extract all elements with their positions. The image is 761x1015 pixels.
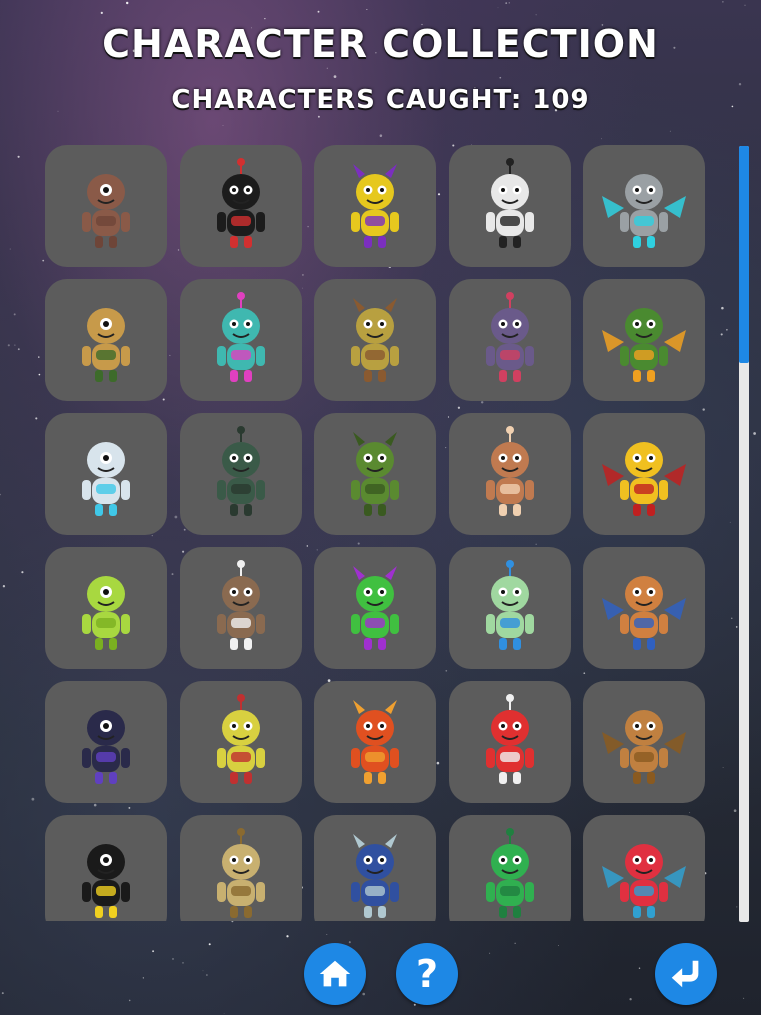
antenna-kid-icon	[602, 576, 686, 650]
rat-icon	[216, 560, 265, 650]
golem-icon	[602, 174, 686, 248]
alien-cap-icon	[216, 292, 265, 382]
character-tile-white-rat[interactable]	[179, 547, 302, 669]
red-helmet-icon	[602, 844, 686, 918]
help-button[interactable]: ?	[396, 943, 458, 1005]
ice-golem-icon	[82, 442, 130, 516]
turtle-icon	[216, 828, 265, 918]
character-tile-turtle-kid[interactable]	[179, 815, 302, 921]
character-tile-antenna-mushroom-kid[interactable]	[45, 279, 167, 401]
rabbit-icon	[485, 426, 534, 516]
character-tile-astronaut-alien[interactable]	[314, 815, 436, 921]
character-tile-one-eyed-alien[interactable]	[45, 547, 167, 669]
character-tile-clown-spiky-creature[interactable]	[314, 145, 436, 267]
character-tile-black-horned-monster[interactable]	[179, 145, 302, 267]
fire-blob-icon	[351, 700, 399, 784]
page-title: CHARACTER COLLECTION	[102, 22, 659, 66]
character-tile-green-antenna-bug[interactable]	[314, 547, 436, 669]
flame-ghost-icon	[485, 292, 534, 382]
bat-icon	[216, 426, 265, 516]
small-alien-icon	[485, 560, 534, 650]
character-tile-brown-lizard[interactable]	[583, 681, 705, 803]
clown-creature-icon	[351, 164, 399, 248]
characters-caught-counter: CHARACTERS CAUGHT: 109	[171, 85, 590, 115]
character-tile-orange-antenna-kid[interactable]	[583, 547, 705, 669]
character-tile-small-green-alien[interactable]	[448, 547, 571, 669]
lizard-icon	[602, 710, 686, 784]
character-tile-black-yellow-bee[interactable]	[45, 815, 167, 921]
red-mouth-monster-icon	[602, 442, 686, 516]
character-tile-stone-golem[interactable]	[583, 145, 705, 267]
character-tile-red-mouth-monster[interactable]	[583, 413, 705, 535]
gargoyle-icon	[82, 174, 130, 248]
character-tile-green-dragon[interactable]	[448, 815, 571, 921]
furry-monster-icon	[351, 298, 399, 382]
character-tile-yellow-furry-monster[interactable]	[314, 279, 436, 401]
back-arrow-icon	[671, 960, 699, 988]
character-tile-green-bat[interactable]	[179, 413, 302, 535]
clown-robot-icon	[485, 694, 534, 784]
character-grid-viewport[interactable]	[45, 145, 720, 921]
home-button[interactable]	[304, 943, 366, 1005]
character-tile-purple-flame-ghost[interactable]	[448, 279, 571, 401]
dragon-icon	[485, 828, 534, 918]
character-tile-red-helmet-alien[interactable]	[583, 815, 705, 921]
bug-alien-icon	[351, 566, 399, 650]
toothy-monster-icon	[216, 694, 265, 784]
mushroom-kid-icon	[82, 308, 130, 382]
character-tile-skeleton-pirate[interactable]	[448, 145, 571, 267]
help-icon: ?	[415, 952, 439, 996]
character-tile-white-ice-golem[interactable]	[45, 413, 167, 535]
character-tile-red-clown-robot[interactable]	[448, 681, 571, 803]
bee-icon	[82, 844, 130, 918]
skeleton-icon	[485, 158, 534, 248]
character-tile-green-helmet-robot[interactable]	[583, 279, 705, 401]
character-tile-fire-blob[interactable]	[314, 681, 436, 803]
character-tile-green-goblin[interactable]	[314, 413, 436, 535]
home-icon	[319, 960, 351, 987]
character-tile-pink-cap-alien[interactable]	[179, 279, 302, 401]
goblin-icon	[351, 432, 399, 516]
character-tile-yellow-toothy-monster[interactable]	[179, 681, 302, 803]
back-button[interactable]	[655, 943, 717, 1005]
character-grid	[45, 145, 720, 921]
reaper-icon	[82, 710, 130, 784]
scrollbar-thumb[interactable]	[739, 146, 749, 363]
astronaut-icon	[351, 834, 399, 918]
character-tile-dark-reaper[interactable]	[45, 681, 167, 803]
cyclops-alien-icon	[82, 576, 130, 650]
horned-monster-icon	[216, 158, 265, 248]
scrollbar-track[interactable]	[739, 146, 749, 922]
robot-helmet-icon	[602, 308, 686, 382]
character-tile-brown-gargoyle[interactable]	[45, 145, 167, 267]
character-tile-brown-rabbit[interactable]	[448, 413, 571, 535]
